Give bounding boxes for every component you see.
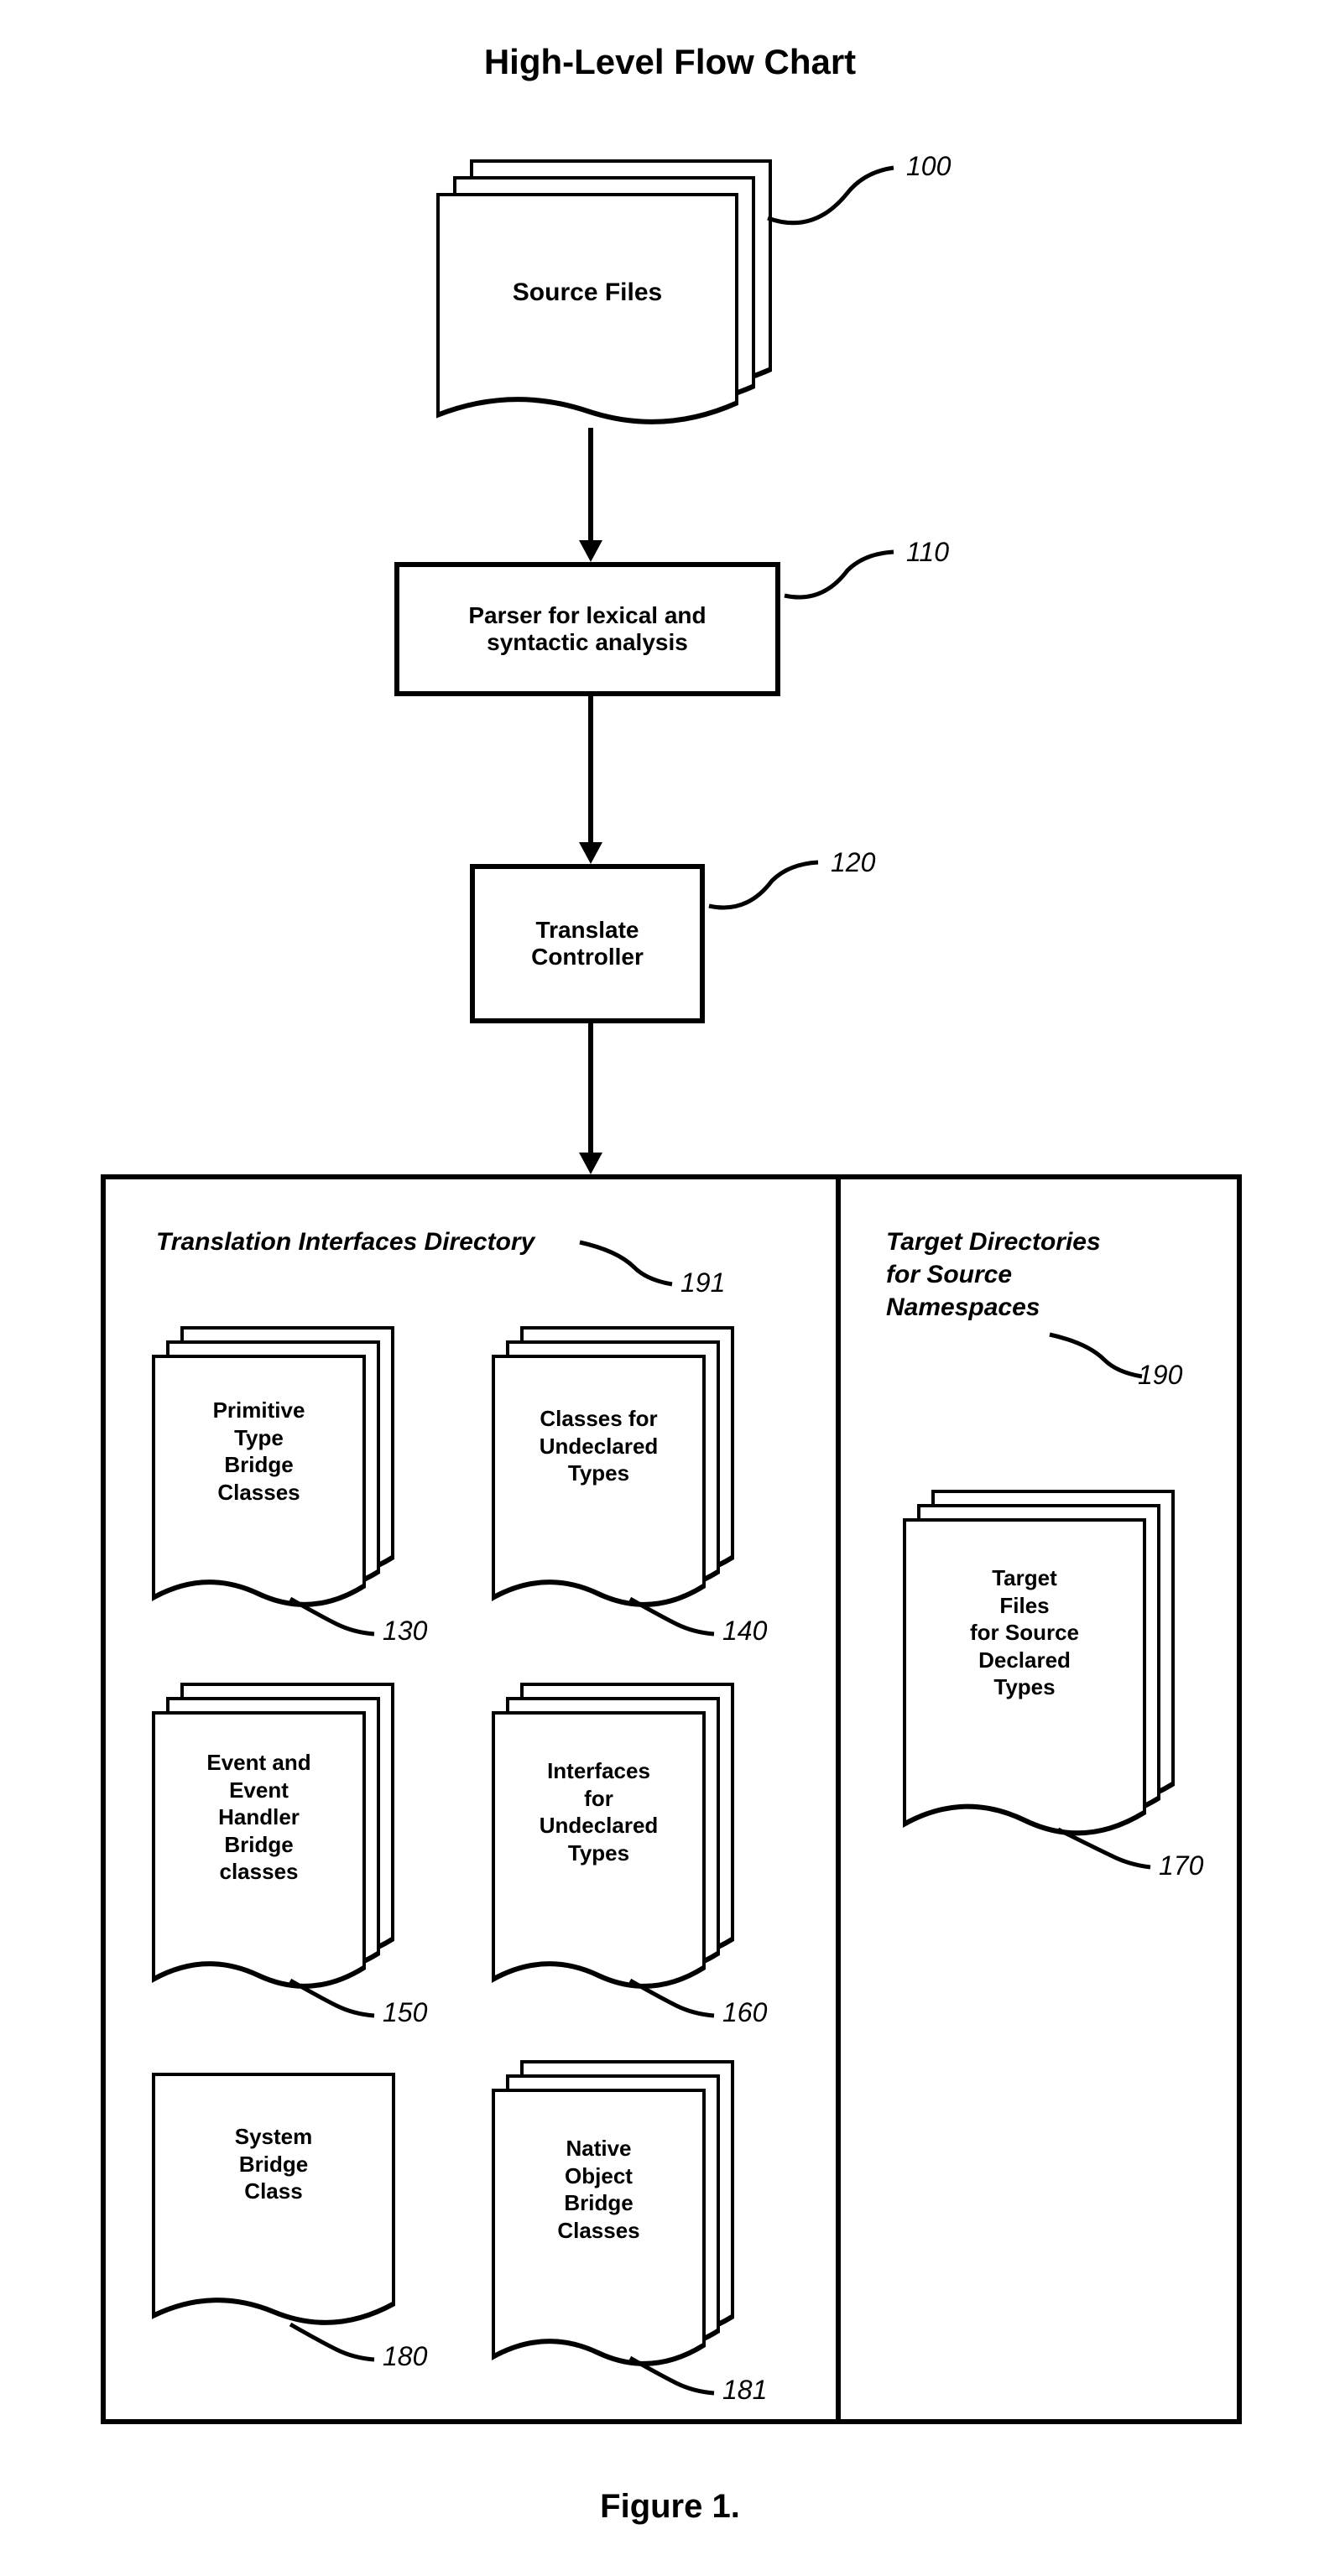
ref-140: 140 xyxy=(722,1616,767,1647)
ref-191: 191 xyxy=(680,1267,725,1298)
output-container: Translation Interfaces Directory 191 Tar… xyxy=(101,1174,1242,2424)
callout-120 xyxy=(705,856,822,923)
parser-box: Parser for lexical and syntactic analysi… xyxy=(394,562,780,696)
interfaces-undeclared-stack: Interfaces for Undeclared Types xyxy=(492,1683,760,2018)
arrow-source-to-parser xyxy=(579,428,602,562)
callout-181 xyxy=(626,2350,718,2400)
ref-181: 181 xyxy=(722,2375,767,2406)
arrow-controller-to-container xyxy=(579,1023,602,1174)
container-divider xyxy=(836,1179,841,2419)
callout-110 xyxy=(780,545,898,612)
callout-191 xyxy=(576,1234,676,1293)
ref-120: 120 xyxy=(831,847,875,878)
native-object-stack: Native Object Bridge Classes xyxy=(492,2060,760,2396)
native-object-label: Native Object Bridge Classes xyxy=(492,2135,706,2244)
arrow-parser-to-controller xyxy=(579,696,602,864)
interfaces-undeclared-label: Interfaces for Undeclared Types xyxy=(492,1757,706,1866)
target-directories-label: Target Directories for Source Namespaces xyxy=(886,1226,1101,1324)
target-files-stack: Target Files for Source Declared Types xyxy=(903,1490,1197,1867)
callout-150 xyxy=(286,1972,378,2022)
event-handler-stack: Event and Event Handler Bridge classes xyxy=(152,1683,420,2018)
classes-undeclared-label: Classes for Undeclared Types xyxy=(492,1405,706,1487)
diagram-title: High-Level Flow Chart xyxy=(0,42,1340,82)
system-bridge-label: System Bridge Class xyxy=(152,2123,395,2205)
callout-130 xyxy=(286,1590,378,1641)
event-handler-label: Event and Event Handler Bridge classes xyxy=(152,1749,366,1886)
primitive-label: Primitive Type Bridge Classes xyxy=(152,1397,366,1506)
figure-label: Figure 1. xyxy=(0,2488,1340,2526)
callout-180 xyxy=(286,2316,378,2366)
ref-180: 180 xyxy=(383,2341,427,2372)
callout-100 xyxy=(764,159,898,243)
ref-100: 100 xyxy=(906,151,951,182)
callout-140 xyxy=(626,1590,718,1641)
source-files-label: Source Files xyxy=(436,277,738,309)
ref-190: 190 xyxy=(1138,1360,1182,1391)
ref-130: 130 xyxy=(383,1616,427,1647)
parser-label: Parser for lexical and syntactic analysi… xyxy=(468,602,706,656)
callout-190 xyxy=(1045,1326,1146,1385)
source-files-stack: Source Files xyxy=(436,159,772,436)
translate-controller-label: Translate Controller xyxy=(531,917,644,971)
target-files-label: Target Files for Source Declared Types xyxy=(903,1564,1146,1701)
ref-150: 150 xyxy=(383,1997,427,2028)
translation-interfaces-label: Translation Interfaces Directory xyxy=(156,1226,534,1258)
ref-160: 160 xyxy=(722,1997,767,2028)
translate-controller-box: Translate Controller xyxy=(470,864,705,1023)
callout-170 xyxy=(1054,1821,1155,1876)
ref-110: 110 xyxy=(906,537,949,568)
ref-170: 170 xyxy=(1159,1850,1203,1881)
callout-160 xyxy=(626,1972,718,2022)
flowchart-page: High-Level Flow Chart Source Files 100 P… xyxy=(0,0,1340,2576)
